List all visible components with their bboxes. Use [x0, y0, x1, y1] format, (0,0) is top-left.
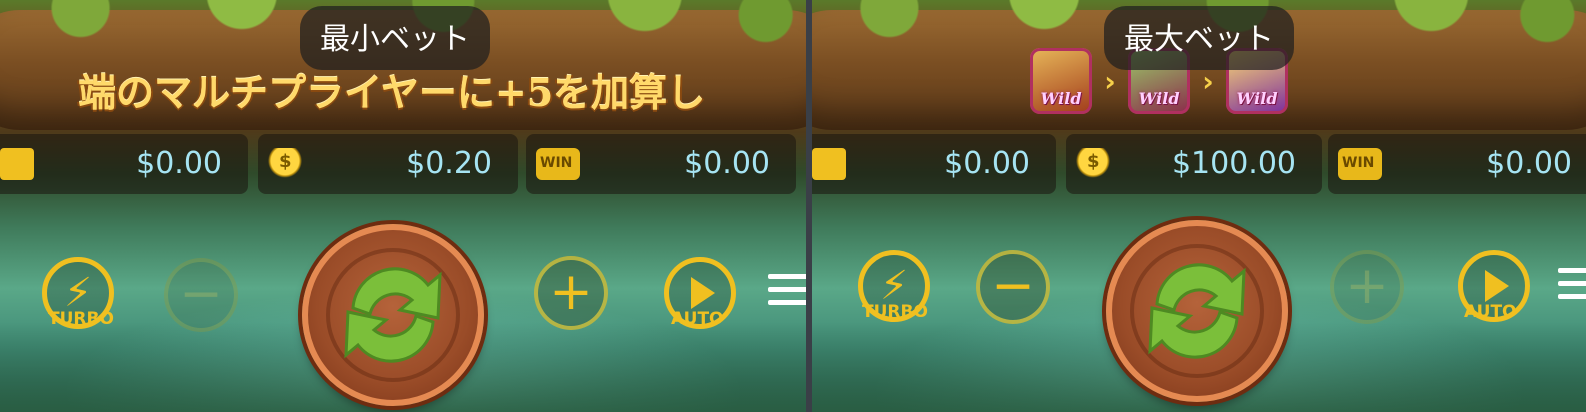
spin-arrows-icon: [1148, 263, 1246, 359]
minus-icon: −: [179, 264, 223, 324]
spin-button[interactable]: [1106, 220, 1288, 402]
auto-label: AUTO: [1464, 302, 1517, 322]
bet-box[interactable]: $0.20: [258, 134, 518, 194]
win-box: $0.00: [526, 134, 796, 194]
hamburger-menu-icon[interactable]: [768, 274, 806, 313]
left-panel: 端のマルチプライヤーに+5を加算し 最小ベット $0.00 $0.20 $0.0…: [0, 0, 806, 412]
decrease-bet-button[interactable]: −: [164, 258, 238, 332]
coin-stack-icon: [1076, 148, 1110, 180]
spin-button[interactable]: [302, 224, 484, 406]
play-icon: [1485, 270, 1509, 302]
max-bet-tooltip: 最大ベット: [1104, 6, 1294, 70]
info-bar: $0.00 $0.20 $0.00: [0, 134, 806, 194]
wild-label: Wild: [1040, 89, 1082, 108]
balance-box: $0.00: [0, 134, 248, 194]
plus-icon: +: [549, 262, 593, 322]
chevron-right-icon: ›: [1104, 64, 1116, 98]
bet-value: $0.20: [406, 146, 492, 181]
win-icon: [536, 148, 580, 180]
bet-value: $100.00: [1171, 146, 1296, 181]
wild-larva-symbol: Wild: [1030, 48, 1092, 114]
decrease-bet-button[interactable]: −: [976, 250, 1050, 324]
info-bar: $0.00 $100.00 $0.00: [812, 134, 1586, 194]
increase-bet-button[interactable]: +: [1330, 250, 1404, 324]
win-value: $0.00: [684, 146, 770, 181]
wallet-icon: [812, 148, 846, 180]
right-panel: Wild › Wild › Wild 最大ベット $0.00 $100.00: [812, 0, 1586, 412]
win-box: $0.00: [1328, 134, 1586, 194]
plus-icon: +: [1345, 256, 1389, 316]
play-icon: [691, 277, 715, 309]
wild-label: Wild: [1236, 89, 1278, 108]
spin-arrows-icon: [344, 267, 442, 363]
coin-stack-icon: [268, 148, 302, 180]
win-icon: [1338, 148, 1382, 180]
wild-label: Wild: [1138, 89, 1180, 108]
min-bet-tooltip: 最小ベット: [300, 6, 490, 70]
auto-label: AUTO: [671, 309, 724, 329]
turbo-label: TURBO: [862, 302, 928, 322]
balance-box: $0.00: [812, 134, 1056, 194]
turbo-label: TURBO: [48, 309, 114, 329]
win-value: $0.00: [1486, 146, 1572, 181]
balance-value: $0.00: [136, 146, 222, 181]
slot-game-stage: 端のマルチプライヤーに+5を加算し 最小ベット $0.00 $0.20 $0.0…: [0, 0, 1586, 412]
minus-icon: −: [991, 256, 1035, 316]
balance-value: $0.00: [944, 146, 1030, 181]
bet-box[interactable]: $100.00: [1066, 134, 1322, 194]
feature-banner: 端のマルチプライヤーに+5を加算し: [78, 70, 706, 115]
increase-bet-button[interactable]: +: [534, 256, 608, 330]
wallet-icon: [0, 148, 34, 180]
hamburger-menu-icon[interactable]: [1558, 268, 1586, 307]
